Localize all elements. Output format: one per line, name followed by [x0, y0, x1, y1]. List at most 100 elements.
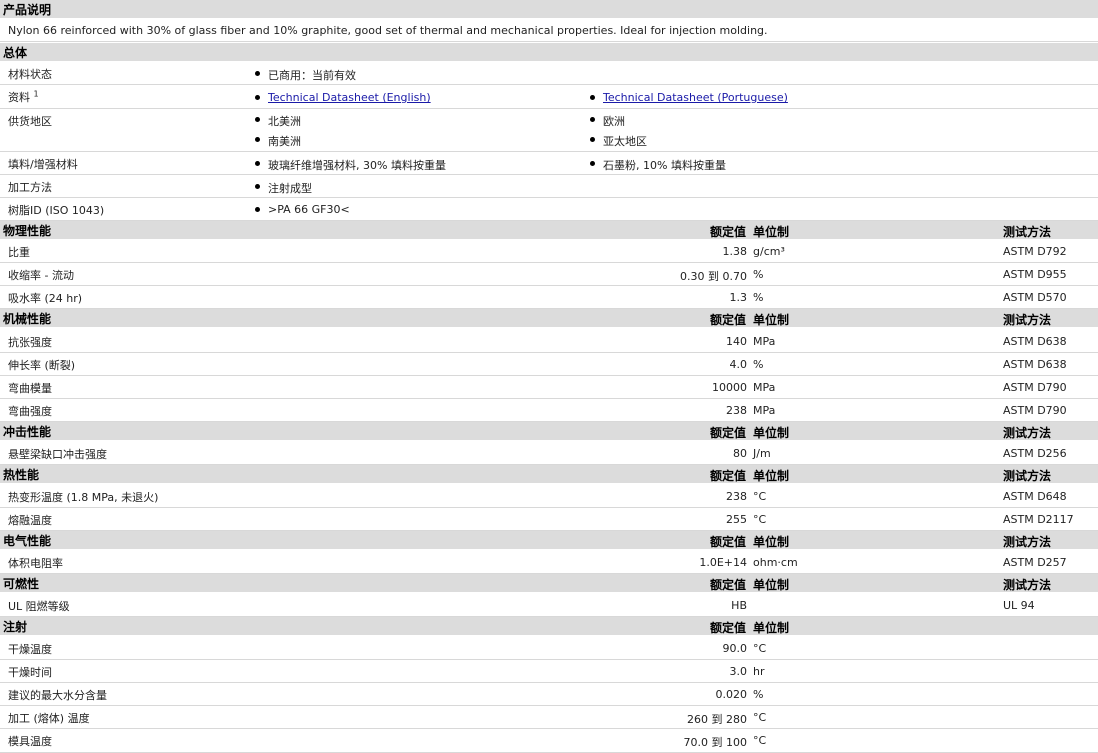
section-title: 产品说明 [3, 3, 52, 17]
row-label: 干燥时间 [8, 666, 52, 679]
row-method: ASTM D790 [1003, 404, 1067, 417]
row-method: ASTM D256 [1003, 447, 1067, 460]
row-value: 80 [733, 447, 747, 460]
bullet-icon [590, 95, 595, 100]
row-unit: % [753, 688, 764, 701]
section-header-general: 总体 [0, 43, 1098, 61]
bullet-icon [255, 71, 260, 76]
datasheet-english-link[interactable]: Technical Datasheet (English) [268, 91, 431, 104]
row-label: 树脂ID (ISO 1043) [8, 204, 105, 217]
row-method: ASTM D2117 [1003, 513, 1074, 526]
row-value: 70.0 到 100 [683, 736, 747, 749]
section-header-injection: 注射 额定值 单位制 [0, 617, 1098, 635]
table-row: 收缩率 - 流动 0.30 到 0.70 % ASTM D955 [0, 263, 1098, 286]
table-row: 比重 1.38 g/cm³ ASTM D792 [0, 240, 1098, 263]
table-row: 建议的最大水分含量 0.020 % [0, 683, 1098, 706]
bullet-icon [590, 117, 595, 122]
row-unit: °C [753, 642, 767, 655]
row-label: 吸水率 (24 hr) [8, 292, 83, 305]
header-nominal: 额定值 [709, 621, 746, 635]
description-text: Nylon 66 reinforced with 30% of glass fi… [8, 24, 768, 37]
row-resin-id: 树脂ID (ISO 1043) >PA 66 GF30< [0, 198, 1098, 221]
table-row: 悬壁梁缺口冲击强度 80 J/m ASTM D256 [0, 442, 1098, 465]
row-method: ASTM D570 [1003, 291, 1067, 304]
section-title: 总体 [3, 46, 28, 60]
bullet-icon [255, 184, 260, 189]
row-value: 255 [726, 513, 747, 526]
row-value: 140 [726, 335, 747, 348]
section-header-electrical: 电气性能 额定值 单位制 测试方法 [0, 531, 1098, 549]
row-method: ASTM D790 [1003, 381, 1067, 394]
row-label: 建议的最大水分含量 [8, 689, 107, 702]
row-unit: °C [753, 490, 767, 503]
row-method: ASTM D955 [1003, 268, 1067, 281]
section-header-physical: 物理性能 额定值 单位制 测试方法 [0, 221, 1098, 239]
row-availability: 供货地区 北美洲 欧洲 南美洲 亚太地区 [0, 109, 1098, 152]
table-row: 伸长率 (断裂) 4.0 % ASTM D638 [0, 353, 1098, 376]
row-label: 加工 (熔体) 温度 [8, 712, 90, 725]
header-unit: 单位制 [753, 225, 790, 239]
header-nominal: 额定值 [709, 535, 746, 549]
header-nominal: 额定值 [709, 313, 746, 327]
bullet-icon [255, 207, 260, 212]
row-label: 熔融温度 [8, 514, 52, 527]
table-row: UL 阻燃等级 HB UL 94 [0, 594, 1098, 617]
row-value: HB [731, 599, 747, 612]
table-row: 抗张强度 140 MPa ASTM D638 [0, 330, 1098, 353]
header-method: 测试方法 [1003, 578, 1052, 592]
row-value: 1.0E+14 [699, 556, 747, 569]
row-unit: % [753, 291, 764, 304]
row-unit: J/m [753, 447, 771, 460]
row-label: 模具温度 [8, 735, 52, 748]
table-row: 弯曲模量 10000 MPa ASTM D790 [0, 376, 1098, 399]
header-unit: 单位制 [753, 426, 790, 440]
header-method: 测试方法 [1003, 469, 1052, 483]
table-row: 模具温度 70.0 到 100 °C [0, 729, 1098, 753]
section-title: 热性能 [3, 468, 40, 482]
section-header-mechanical: 机械性能 额定值 单位制 测试方法 [0, 309, 1098, 327]
row-label: 比重 [8, 246, 30, 259]
header-method: 测试方法 [1003, 426, 1052, 440]
row-unit: g/cm³ [753, 245, 785, 258]
row-method: ASTM D257 [1003, 556, 1067, 569]
table-row: 弯曲强度 238 MPa ASTM D790 [0, 399, 1098, 422]
section-title: 物理性能 [3, 224, 52, 238]
row-label: 加工方法 [8, 181, 52, 194]
row-label: 弯曲模量 [8, 382, 52, 395]
section-header-impact: 冲击性能 额定值 单位制 测试方法 [0, 422, 1098, 440]
row-unit: % [753, 268, 764, 281]
bullet-icon [255, 95, 260, 100]
row-unit: ohm·cm [753, 556, 798, 569]
row-label: 弯曲强度 [8, 405, 52, 418]
header-nominal: 额定值 [709, 426, 746, 440]
row-value: 0.020 [715, 688, 748, 701]
table-row: 热变形温度 (1.8 MPa, 未退火) 238 °C ASTM D648 [0, 485, 1098, 508]
row-unit: °C [753, 734, 767, 747]
header-nominal: 额定值 [709, 225, 746, 239]
table-row: 吸水率 (24 hr) 1.3 % ASTM D570 [0, 286, 1098, 309]
header-nominal: 额定值 [709, 578, 746, 592]
section-title: 注射 [3, 620, 28, 634]
row-label: 热变形温度 (1.8 MPa, 未退火) [8, 491, 159, 504]
table-row: 体积电阻率 1.0E+14 ohm·cm ASTM D257 [0, 551, 1098, 574]
section-header-thermal: 热性能 额定值 单位制 测试方法 [0, 465, 1098, 483]
row-unit: MPa [753, 404, 776, 417]
section-header-flammability: 可燃性 额定值 单位制 测试方法 [0, 574, 1098, 592]
row-label: 干燥温度 [8, 643, 52, 656]
description-row: Nylon 66 reinforced with 30% of glass fi… [0, 19, 1098, 42]
row-value: 10000 [712, 381, 747, 394]
row-value: 238 [726, 404, 747, 417]
header-unit: 单位制 [753, 469, 790, 483]
header-unit: 单位制 [753, 578, 790, 592]
header-nominal: 额定值 [709, 469, 746, 483]
row-value: 0.30 到 0.70 [680, 270, 747, 283]
header-unit: 单位制 [753, 535, 790, 549]
row-method: UL 94 [1003, 599, 1035, 612]
bullet-icon [590, 161, 595, 166]
row-label: 抗张强度 [8, 336, 52, 349]
row-material-status: 材料状态 已商用：当前有效 [0, 62, 1098, 85]
datasheet-portuguese-link[interactable]: Technical Datasheet (Portuguese) [603, 91, 788, 104]
row-unit: MPa [753, 381, 776, 394]
row-filler: 填料/增强材料 玻璃纤维增强材料, 30% 填料按重量 石墨粉, 10% 填料按… [0, 152, 1098, 175]
row-method: ASTM D648 [1003, 490, 1067, 503]
